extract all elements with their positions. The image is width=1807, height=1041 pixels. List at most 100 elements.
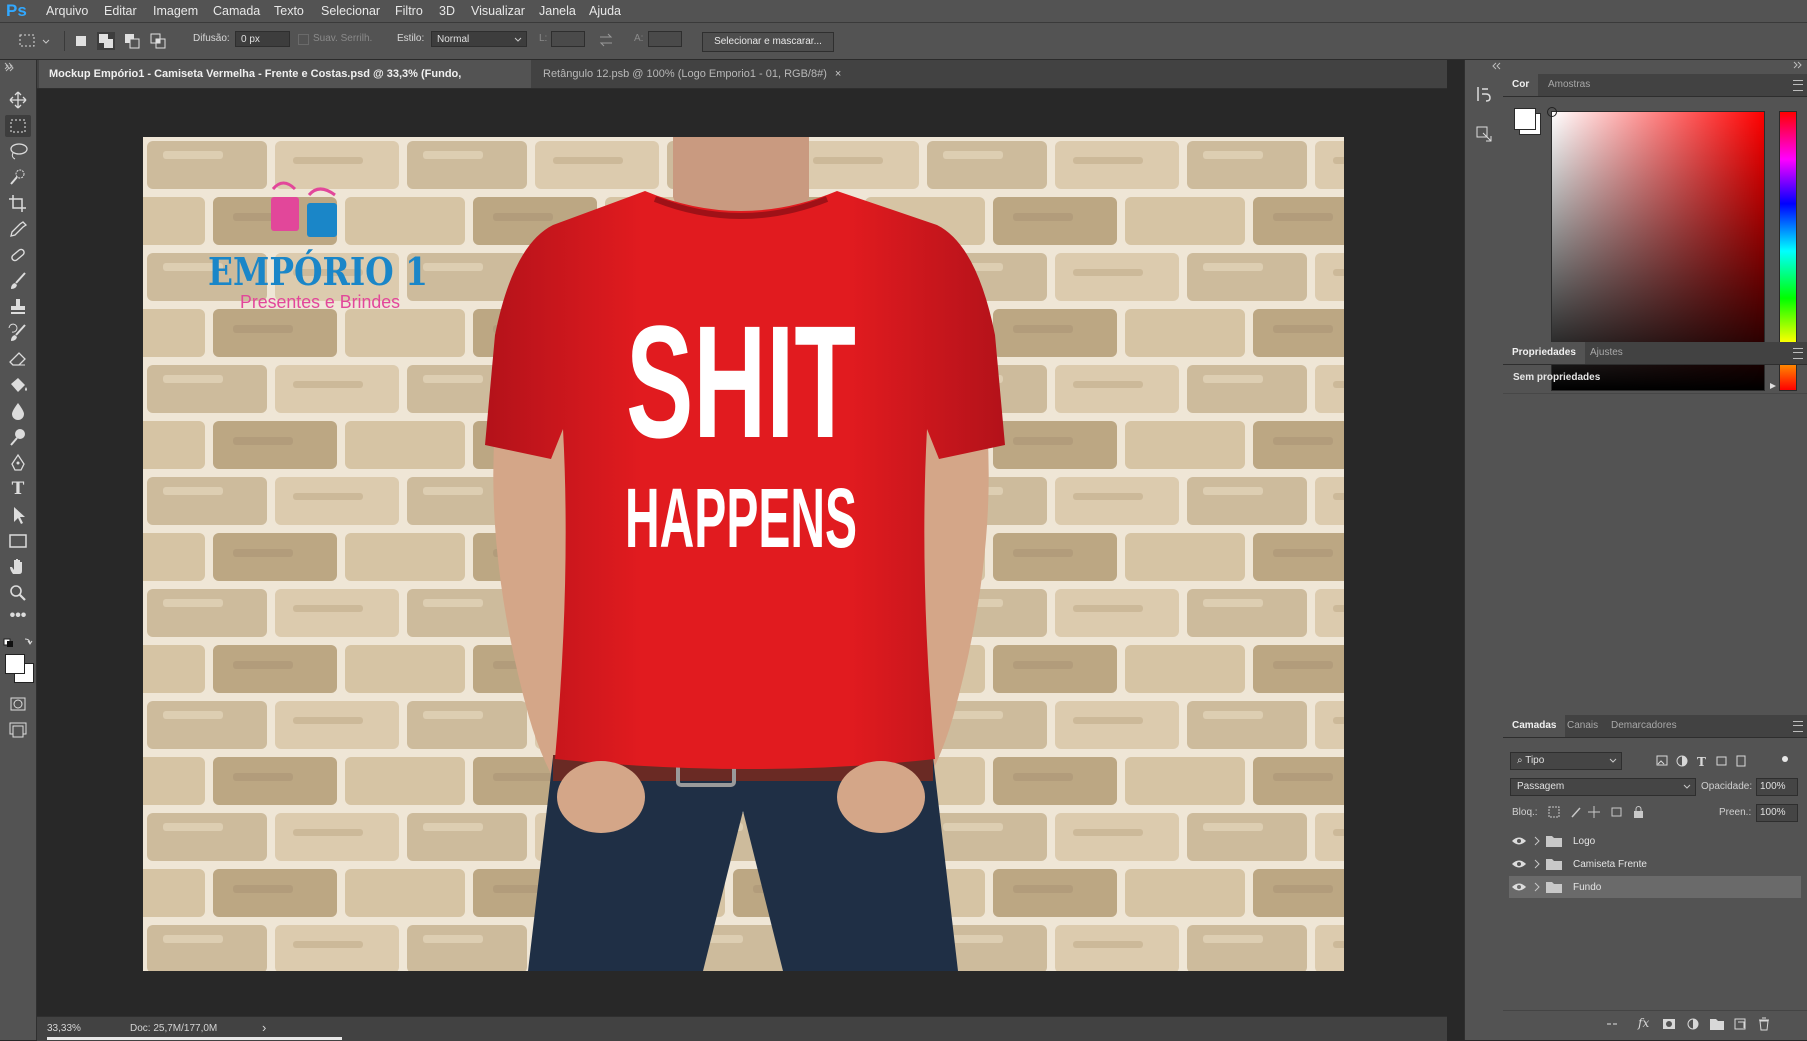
layer-row-fundo[interactable]: Fundo (1509, 876, 1801, 898)
add-mask-icon[interactable] (1662, 1017, 1676, 1031)
swap-dimensions-icon[interactable] (598, 33, 614, 47)
history-brush-tool-icon[interactable] (5, 322, 31, 344)
properties-panel: Sem propriedades (1503, 365, 1807, 615)
layer-style-fx-icon[interactable]: fx (1638, 1016, 1649, 1030)
layer-row-logo[interactable]: Logo (1509, 830, 1801, 852)
paint-bucket-tool-icon[interactable] (5, 374, 31, 396)
document-canvas[interactable]: SHIT HAPPENS EMPÓRIO 1 Presentes e Brind… (143, 137, 1344, 971)
height-input[interactable] (648, 31, 682, 47)
new-layer-icon[interactable] (1733, 1017, 1747, 1031)
adjustment-layer-icon[interactable] (1686, 1017, 1700, 1031)
clone-stamp-tool-icon[interactable] (5, 296, 31, 318)
tab-canais[interactable]: Canais (1558, 715, 1607, 737)
expand-arrows-icon[interactable] (5, 64, 15, 72)
properties-panel-icon[interactable] (1474, 124, 1494, 144)
mockup-artwork: SHIT HAPPENS EMPÓRIO 1 Presentes e Brind… (143, 137, 1344, 971)
tab-amostras[interactable]: Amostras (1539, 74, 1599, 96)
style-select[interactable]: Normal (431, 31, 527, 47)
crop-tool-icon[interactable] (5, 192, 31, 214)
new-group-folder-icon[interactable] (1709, 1017, 1725, 1031)
menu-ajuda[interactable]: Ajuda (589, 0, 621, 22)
foreground-color-swatch[interactable] (5, 654, 25, 674)
pen-tool-icon[interactable] (5, 452, 31, 474)
collapse-arrows-icon[interactable] (1491, 62, 1501, 70)
foreground-color-chip[interactable] (1514, 108, 1536, 130)
marquee-preset-icon[interactable] (18, 32, 54, 50)
chevron-right-icon[interactable] (1533, 859, 1541, 869)
layer-row-camiseta-frente[interactable]: Camiseta Frente (1509, 853, 1801, 875)
eraser-tool-icon[interactable] (5, 348, 31, 370)
eye-icon[interactable] (1511, 859, 1527, 869)
zoom-level[interactable]: 33,33% (47, 1023, 81, 1034)
subtract-selection-icon[interactable] (123, 32, 141, 50)
menu-texto[interactable]: Texto (274, 0, 304, 22)
collapse-arrows-icon[interactable] (1793, 61, 1803, 69)
photoshop-logo[interactable]: Ps (6, 0, 30, 22)
rectangular-marquee-tool-icon[interactable] (5, 115, 31, 137)
chevron-right-icon[interactable] (1533, 882, 1541, 892)
new-selection-icon[interactable] (72, 32, 90, 50)
healing-brush-tool-icon[interactable] (5, 244, 31, 266)
panel-menu-icon[interactable] (1793, 348, 1803, 359)
tab-camadas[interactable]: Camadas (1503, 715, 1566, 737)
trash-icon[interactable] (1757, 1017, 1771, 1031)
width-input[interactable] (551, 31, 585, 47)
tab-demarcadores[interactable]: Demarcadores (1602, 715, 1686, 737)
path-selection-tool-icon[interactable] (5, 504, 31, 526)
antialias-checkbox[interactable] (298, 34, 309, 45)
opacity-label: Opacidade: (1701, 781, 1753, 792)
panel-menu-icon[interactable] (1793, 80, 1803, 91)
tab-retangulo[interactable]: Retângulo 12.psb @ 100% (Logo Emporio1 -… (533, 60, 873, 88)
swap-colors-icon[interactable] (3, 637, 33, 647)
fill-input[interactable]: 100% (1756, 804, 1798, 822)
menu-imagem[interactable]: Imagem (153, 0, 198, 22)
opacity-input[interactable]: 100% (1756, 778, 1798, 796)
menu-3d[interactable]: 3D (439, 0, 455, 22)
search-icon: ⌕ (1517, 755, 1526, 766)
add-selection-icon[interactable] (97, 32, 115, 50)
color-picker-cursor[interactable] (1547, 107, 1557, 117)
canvas-area[interactable]: SHIT HAPPENS EMPÓRIO 1 Presentes e Brind… (37, 89, 1447, 1016)
quick-mask-icon[interactable] (5, 693, 31, 715)
close-icon[interactable]: × (835, 68, 841, 80)
menu-visualizar[interactable]: Visualizar (471, 0, 525, 22)
move-tool-icon[interactable] (5, 89, 31, 111)
tab-mockup[interactable]: Mockup Empório1 - Camiseta Vermelha - Fr… (39, 60, 531, 108)
blur-tool-icon[interactable] (5, 400, 31, 422)
hand-tool-icon[interactable] (5, 556, 31, 578)
more-tools-icon[interactable]: ••• (5, 608, 31, 630)
lasso-tool-icon[interactable] (5, 140, 31, 162)
brush-tool-icon[interactable] (5, 270, 31, 292)
history-panel-icon[interactable] (1474, 84, 1494, 104)
intersect-selection-icon[interactable] (149, 32, 167, 50)
eye-icon[interactable] (1511, 836, 1527, 846)
height-label: A: (634, 33, 644, 44)
screen-mode-icon[interactable] (5, 719, 31, 741)
zoom-tool-icon[interactable] (5, 582, 31, 604)
menu-arquivo[interactable]: Arquivo (46, 0, 88, 22)
tools-panel: T ••• (0, 60, 37, 1040)
menu-camada[interactable]: Camada (213, 0, 260, 22)
status-menu-arrow[interactable]: › (262, 1020, 266, 1035)
layer-filter-select[interactable]: ⌕ Tipo (1510, 752, 1622, 770)
dodge-tool-icon[interactable] (5, 426, 31, 448)
tab-propriedades[interactable]: Propriedades (1503, 342, 1585, 364)
menu-editar[interactable]: Editar (104, 0, 137, 22)
menu-filtro[interactable]: Filtro (395, 0, 423, 22)
blend-mode-select[interactable]: Passagem (1510, 778, 1696, 796)
eye-icon[interactable] (1511, 882, 1527, 892)
tab-ajustes[interactable]: Ajustes (1581, 342, 1632, 364)
menu-janela[interactable]: Janela (539, 0, 576, 22)
chevron-right-icon[interactable] (1533, 836, 1541, 846)
panel-menu-icon[interactable] (1793, 721, 1803, 732)
feather-input[interactable]: 0 px (235, 31, 290, 47)
menu-selecionar[interactable]: Selecionar (321, 0, 380, 22)
lock-image-icon (1571, 807, 1581, 818)
tab-cor[interactable]: Cor (1503, 74, 1539, 96)
link-layers-icon[interactable] (1605, 1018, 1619, 1030)
type-tool-icon[interactable]: T (5, 478, 31, 500)
select-and-mask-button[interactable]: Selecionar e mascarar... (702, 32, 834, 52)
eyedropper-tool-icon[interactable] (5, 218, 31, 240)
rectangle-tool-icon[interactable] (5, 530, 31, 552)
quick-selection-tool-icon[interactable] (5, 166, 31, 188)
